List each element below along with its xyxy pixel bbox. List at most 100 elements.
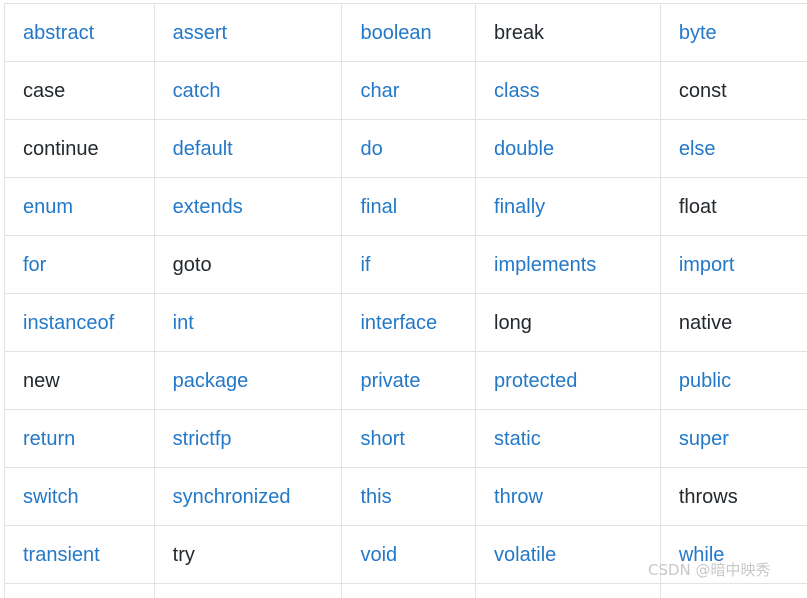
keyword-link[interactable]: byte (679, 22, 717, 44)
keyword-text: new (23, 370, 60, 392)
keyword-link[interactable]: strictfp (173, 428, 232, 450)
keyword-cell: interface (342, 294, 476, 352)
keyword-link[interactable]: switch (23, 486, 79, 508)
keyword-cell: byte (660, 4, 807, 62)
keyword-cell: else (660, 120, 807, 178)
keyword-text: continue (23, 138, 99, 160)
java-keywords-table: abstractassertbooleanbreakbytecasecatchc… (4, 3, 807, 598)
keyword-cell: static (476, 410, 661, 468)
keyword-cell: finally (476, 178, 661, 236)
keyword-cell: native (660, 294, 807, 352)
keyword-cell: char (342, 62, 476, 120)
keyword-link[interactable]: public (679, 370, 731, 392)
keyword-link[interactable]: abstract (23, 22, 94, 44)
keyword-cell: float (660, 178, 807, 236)
table-row: switch synchronized this throw throws (5, 468, 807, 526)
keyword-cell: for (5, 236, 155, 294)
keyword-cell-partial (5, 584, 155, 598)
table-row: for goto if implements import (5, 236, 807, 294)
keyword-text: long (494, 312, 532, 334)
keyword-cell: synchronized (154, 468, 342, 526)
keyword-cell: if (342, 236, 476, 294)
keyword-cell: private (342, 352, 476, 410)
keyword-link[interactable]: implements (494, 254, 596, 276)
keyword-link[interactable]: package (173, 370, 249, 392)
keyword-link[interactable]: char (360, 80, 399, 102)
keyword-cell-partial (660, 584, 807, 598)
keyword-cell: switch (5, 468, 155, 526)
keyword-link[interactable]: static (494, 428, 541, 450)
keyword-link[interactable]: catch (173, 80, 221, 102)
keyword-link[interactable]: else (679, 138, 716, 160)
keyword-cell: final (342, 178, 476, 236)
keyword-cell: boolean (342, 4, 476, 62)
keyword-cell: break (476, 4, 661, 62)
keyword-link[interactable]: double (494, 138, 554, 160)
keyword-link[interactable]: super (679, 428, 729, 450)
keyword-cell: assert (154, 4, 342, 62)
keyword-link[interactable]: throw (494, 486, 543, 508)
keyword-text: const (679, 80, 727, 102)
keyword-link[interactable]: short (360, 428, 404, 450)
keyword-text: try (173, 544, 195, 566)
keyword-link[interactable]: import (679, 254, 735, 276)
table-row-partial (5, 584, 807, 598)
keyword-link[interactable]: default (173, 138, 233, 160)
keyword-text: throws (679, 486, 738, 508)
keyword-link[interactable]: instanceof (23, 312, 114, 334)
keyword-cell: case (5, 62, 155, 120)
keyword-cell: throw (476, 468, 661, 526)
table-row: instanceof int interface long native (5, 294, 807, 352)
keyword-link[interactable]: interface (360, 312, 437, 334)
keyword-cell: const (660, 62, 807, 120)
keyword-text: break (494, 22, 544, 44)
keyword-cell: import (660, 236, 807, 294)
keyword-link[interactable]: class (494, 80, 540, 102)
keyword-link[interactable]: this (360, 486, 391, 508)
keyword-cell: strictfp (154, 410, 342, 468)
keyword-link[interactable]: volatile (494, 544, 556, 566)
keyword-link[interactable]: enum (23, 196, 73, 218)
table-row: case catch char class const (5, 62, 807, 120)
table-row: abstract assert boolean break byte (5, 4, 807, 62)
keyword-cell: short (342, 410, 476, 468)
keyword-link[interactable]: finally (494, 196, 545, 218)
keyword-cell: extends (154, 178, 342, 236)
keyword-link[interactable]: final (360, 196, 397, 218)
keyword-cell: do (342, 120, 476, 178)
keyword-cell: protected (476, 352, 661, 410)
table-row: return strictfp short static super (5, 410, 807, 468)
keyword-cell: public (660, 352, 807, 410)
keyword-cell: goto (154, 236, 342, 294)
keyword-cell: long (476, 294, 661, 352)
keyword-link[interactable]: transient (23, 544, 100, 566)
keyword-text: goto (173, 254, 212, 276)
keyword-link[interactable]: return (23, 428, 75, 450)
table-row: transient try void volatile while (5, 526, 807, 584)
keyword-link[interactable]: for (23, 254, 46, 276)
keyword-link[interactable]: do (360, 138, 382, 160)
keyword-cell: catch (154, 62, 342, 120)
keyword-link[interactable]: void (360, 544, 397, 566)
keyword-cell: super (660, 410, 807, 468)
keyword-link[interactable]: protected (494, 370, 577, 392)
keyword-cell: while (660, 526, 807, 584)
keyword-cell: enum (5, 178, 155, 236)
keyword-cell: implements (476, 236, 661, 294)
keyword-cell: void (342, 526, 476, 584)
keyword-link[interactable]: extends (173, 196, 243, 218)
keyword-cell-partial (154, 584, 342, 598)
keyword-cell: abstract (5, 4, 155, 62)
keyword-text: case (23, 80, 65, 102)
keyword-link[interactable]: int (173, 312, 194, 334)
keyword-cell-partial (342, 584, 476, 598)
keyword-link[interactable]: while (679, 544, 725, 566)
keyword-link[interactable]: boolean (360, 22, 431, 44)
keyword-link[interactable]: if (360, 254, 370, 276)
keyword-cell: continue (5, 120, 155, 178)
keyword-cell: try (154, 526, 342, 584)
keyword-link[interactable]: private (360, 370, 420, 392)
keyword-link[interactable]: synchronized (173, 486, 291, 508)
keyword-link[interactable]: assert (173, 22, 227, 44)
keyword-cell: int (154, 294, 342, 352)
